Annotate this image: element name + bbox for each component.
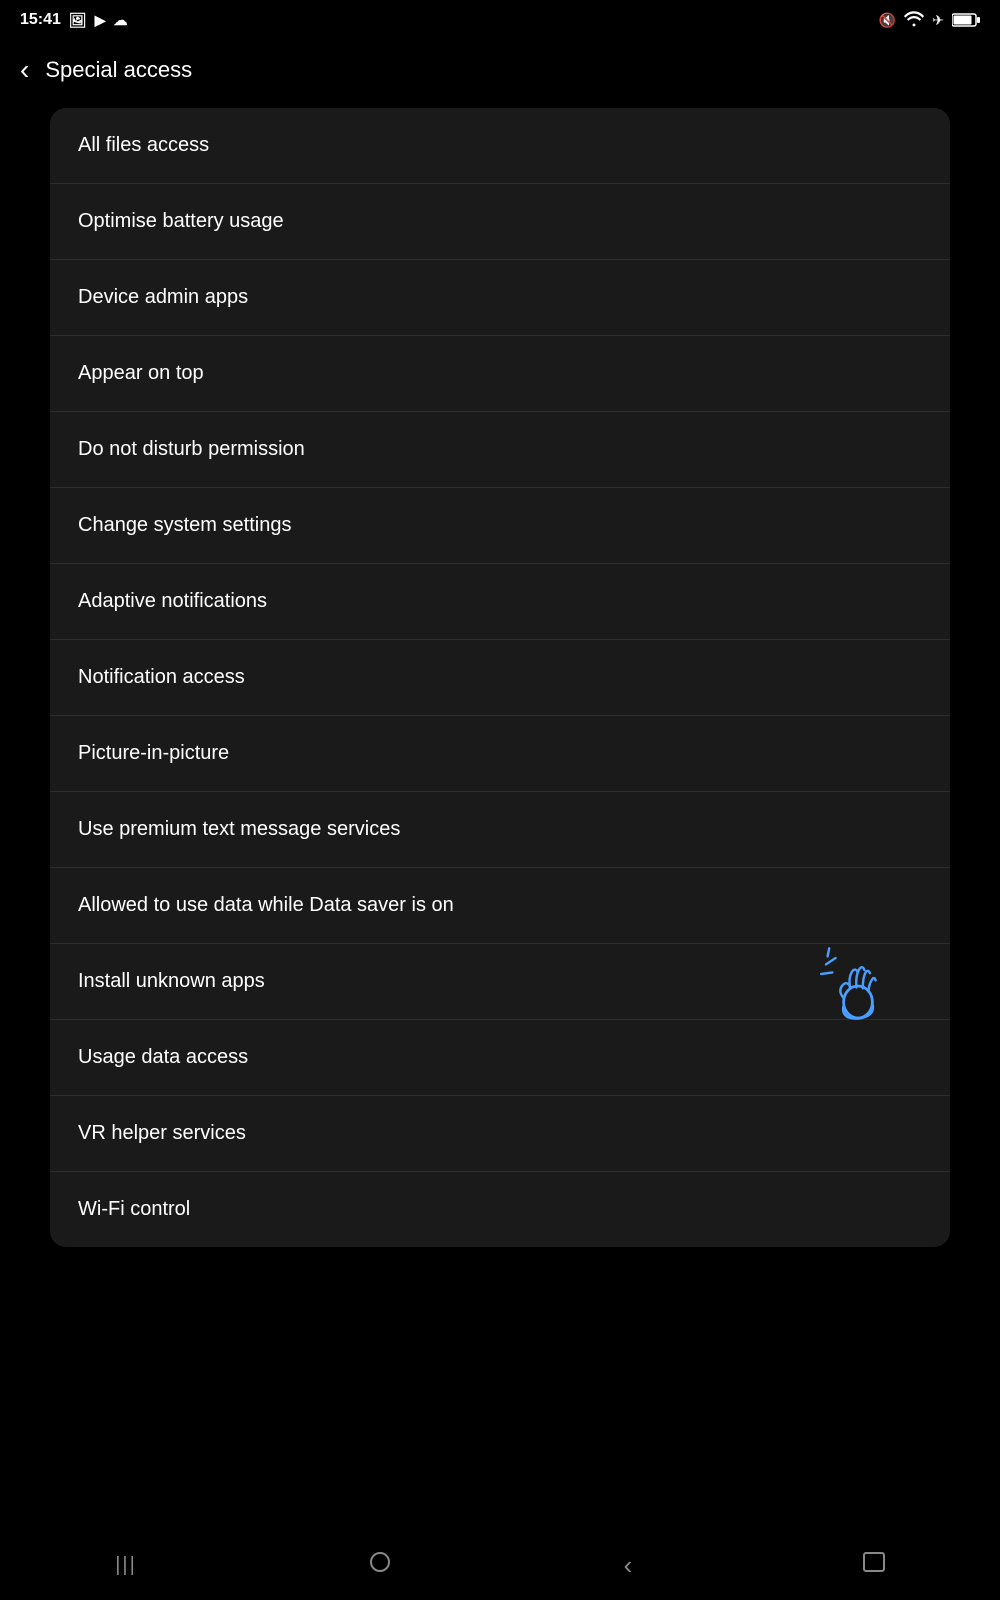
airplane-icon: ✈ bbox=[932, 12, 944, 29]
list-item-appear-on-top[interactable]: Appear on top bbox=[50, 336, 950, 412]
list-item-all-files-access[interactable]: All files access bbox=[50, 108, 950, 184]
list-item-do-not-disturb[interactable]: Do not disturb permission bbox=[50, 412, 950, 488]
youtube-icon: ▶ bbox=[95, 12, 106, 29]
list-item-wifi-control[interactable]: Wi-Fi control bbox=[50, 1172, 950, 1247]
list-item-optimise-battery[interactable]: Optimise battery usage bbox=[50, 184, 950, 260]
back-button[interactable]: ‹ bbox=[20, 54, 29, 86]
list-item-vr-helper[interactable]: VR helper services bbox=[50, 1096, 950, 1172]
photo-icon: 🖼 bbox=[69, 12, 87, 29]
battery-icon bbox=[952, 13, 980, 27]
recent-apps-button[interactable]: ||| bbox=[115, 1554, 137, 1577]
wifi-icon bbox=[904, 11, 924, 30]
list-item-device-admin[interactable]: Device admin apps bbox=[50, 260, 950, 336]
special-access-list: All files access Optimise battery usage … bbox=[50, 108, 950, 1247]
list-item-adaptive-notifications[interactable]: Adaptive notifications bbox=[50, 564, 950, 640]
list-item-picture-in-picture[interactable]: Picture-in-picture bbox=[50, 716, 950, 792]
time-display: 15:41 bbox=[20, 11, 61, 29]
mute-icon: 🔇 bbox=[879, 12, 896, 29]
list-item-install-unknown[interactable]: Install unknown apps bbox=[50, 944, 950, 1020]
page-header: ‹ Special access bbox=[0, 40, 1000, 100]
page-title: Special access bbox=[45, 57, 192, 83]
list-item-usage-data[interactable]: Usage data access bbox=[50, 1020, 950, 1096]
back-nav-button[interactable]: ‹ bbox=[624, 1550, 633, 1581]
status-bar: 15:41 🖼 ▶ ☁ 🔇 ✈ bbox=[0, 0, 1000, 40]
nav-bar: ||| ‹ bbox=[0, 1530, 1000, 1600]
windows-button[interactable] bbox=[863, 1552, 885, 1578]
cloud-icon: ☁ bbox=[113, 12, 127, 29]
list-item-premium-text[interactable]: Use premium text message services bbox=[50, 792, 950, 868]
list-item-change-system-settings[interactable]: Change system settings bbox=[50, 488, 950, 564]
list-item-notification-access[interactable]: Notification access bbox=[50, 640, 950, 716]
list-item-data-saver[interactable]: Allowed to use data while Data saver is … bbox=[50, 868, 950, 944]
home-button[interactable] bbox=[367, 1549, 393, 1581]
hand-wave-icon bbox=[810, 942, 890, 1022]
